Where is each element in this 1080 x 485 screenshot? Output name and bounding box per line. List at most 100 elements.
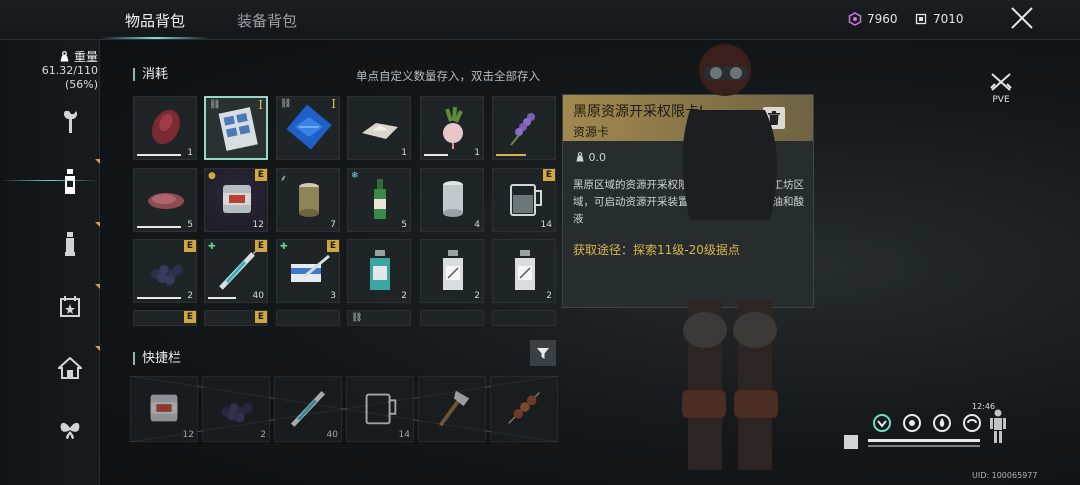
funnel-icon — [537, 348, 549, 359]
category-housing[interactable] — [48, 346, 92, 390]
item-slot[interactable]: 5 — [133, 168, 197, 232]
weight-icon — [576, 152, 584, 162]
thirst-icon — [933, 414, 951, 432]
mode-indicator[interactable]: PVE — [985, 72, 1017, 105]
active-category-line — [0, 180, 100, 181]
quickbar-slot[interactable]: 2 — [202, 376, 270, 442]
item-slot[interactable] — [420, 310, 484, 326]
item-slot[interactable]: 2 — [347, 239, 411, 303]
quickbar-slot[interactable]: 40 — [274, 376, 342, 442]
health-bar — [868, 439, 980, 442]
quickbar-title: 快捷栏 — [133, 352, 181, 365]
user-id: UID: 100065977 — [972, 471, 1038, 480]
link-icon: ⛓ — [351, 313, 363, 323]
sliced-meat-icon — [148, 193, 184, 209]
category-events[interactable] — [48, 284, 92, 328]
filter-button[interactable] — [530, 340, 556, 366]
item-slot[interactable]: 2 — [420, 239, 484, 303]
item-slot[interactable]: ❄ 5 — [347, 168, 411, 232]
blueberries-icon — [221, 403, 253, 423]
durability-bar — [208, 297, 236, 299]
gem-amount: 7960 — [867, 12, 898, 26]
item-slot[interactable]: ✚ E 3 — [276, 239, 340, 303]
category-consumables[interactable] — [48, 160, 92, 204]
kebab-icon — [508, 392, 540, 424]
calendar-star-icon — [60, 296, 80, 317]
item-count: 5 — [187, 220, 193, 230]
tab-item-bag[interactable]: 物品背包 — [125, 10, 185, 31]
consumables-title: 消耗 — [133, 68, 168, 81]
durability-bar — [137, 226, 181, 228]
category-tools[interactable] — [48, 100, 92, 144]
item-count: 2 — [546, 291, 552, 301]
quickbar-slot[interactable] — [418, 376, 486, 442]
axe-icon — [438, 390, 470, 427]
item-count: 1 — [474, 148, 480, 158]
item-count: 1 — [401, 148, 407, 158]
item-count: 7 — [330, 220, 336, 230]
close-icon[interactable] — [1010, 6, 1034, 30]
buff-icon — [844, 435, 858, 449]
item-count: 4 — [474, 220, 480, 230]
category-sidebar: 重量 61.32/110 (56%) — [0, 40, 100, 485]
item-slot[interactable]: ⸙ 7 — [276, 168, 340, 232]
equip-badge: E — [184, 311, 196, 323]
item-count: 2 — [187, 291, 193, 301]
item-count: 14 — [398, 430, 410, 440]
bullet-icon — [65, 232, 75, 256]
category-misc[interactable] — [48, 408, 92, 452]
raw-meat-icon — [151, 109, 181, 145]
wrench-icon — [64, 111, 77, 133]
item-slot[interactable]: E 2 — [133, 239, 197, 303]
corner-marker — [95, 284, 100, 289]
soju-bottle-icon — [374, 179, 386, 219]
item-slot[interactable]: 1 — [133, 96, 197, 160]
item-count: 40 — [326, 430, 338, 440]
vial-white-icon — [515, 250, 535, 290]
item-slot[interactable]: E 14 — [492, 168, 556, 232]
item-slot[interactable]: E — [204, 310, 268, 326]
item-slot[interactable]: 1 — [347, 96, 411, 160]
item-slot[interactable]: ⛓ I — [276, 96, 340, 160]
vial-teal-icon — [370, 250, 390, 290]
item-slot[interactable] — [492, 96, 556, 160]
durability-bar — [496, 154, 526, 156]
quickbar: 12 2 40 14 — [130, 376, 558, 442]
syringe-icon — [219, 248, 259, 290]
currency-chips: 7010 — [914, 12, 964, 26]
item-slot-selected[interactable]: ⛓ I — [204, 96, 268, 160]
house-icon — [58, 357, 82, 379]
blueberries-icon — [151, 265, 183, 285]
vial-white-icon — [443, 250, 463, 290]
durability-bar — [424, 154, 448, 156]
quickbar-slot[interactable]: 14 — [346, 376, 414, 442]
durability-bar — [137, 154, 181, 156]
weight-icon — [60, 51, 69, 62]
item-count: 3 — [330, 291, 336, 301]
item-slot[interactable]: 1 — [420, 96, 484, 160]
item-slot[interactable] — [276, 310, 340, 326]
item-slot[interactable] — [492, 310, 556, 326]
tab-equipment-bag[interactable]: 装备背包 — [237, 10, 297, 31]
stamina-bar — [868, 445, 980, 447]
category-ammo[interactable] — [48, 222, 92, 266]
quickbar-slot[interactable] — [490, 376, 558, 442]
quickbar-slot[interactable]: 12 — [130, 376, 198, 442]
item-slot[interactable]: 2 — [492, 239, 556, 303]
item-count: 1 — [187, 148, 193, 158]
item-slot[interactable]: ⛓ — [347, 310, 411, 326]
item-slot[interactable]: ● E 12 — [204, 168, 268, 232]
item-slot[interactable]: 4 — [420, 168, 484, 232]
medkit-syringe-icon — [291, 254, 330, 282]
blue-card-icon — [286, 104, 332, 150]
water-mug-icon — [510, 184, 542, 216]
item-slot[interactable]: E — [133, 310, 197, 326]
weight-percent: (56%) — [64, 78, 98, 91]
metal-can-icon — [443, 181, 463, 217]
corner-marker — [95, 346, 100, 351]
item-count: 2 — [401, 291, 407, 301]
tooltip-weight-value: 0.0 — [588, 151, 607, 164]
resource-card-icon — [218, 107, 258, 151]
mode-label: PVE — [992, 95, 1010, 105]
item-slot[interactable]: ✚ E 40 — [204, 239, 268, 303]
